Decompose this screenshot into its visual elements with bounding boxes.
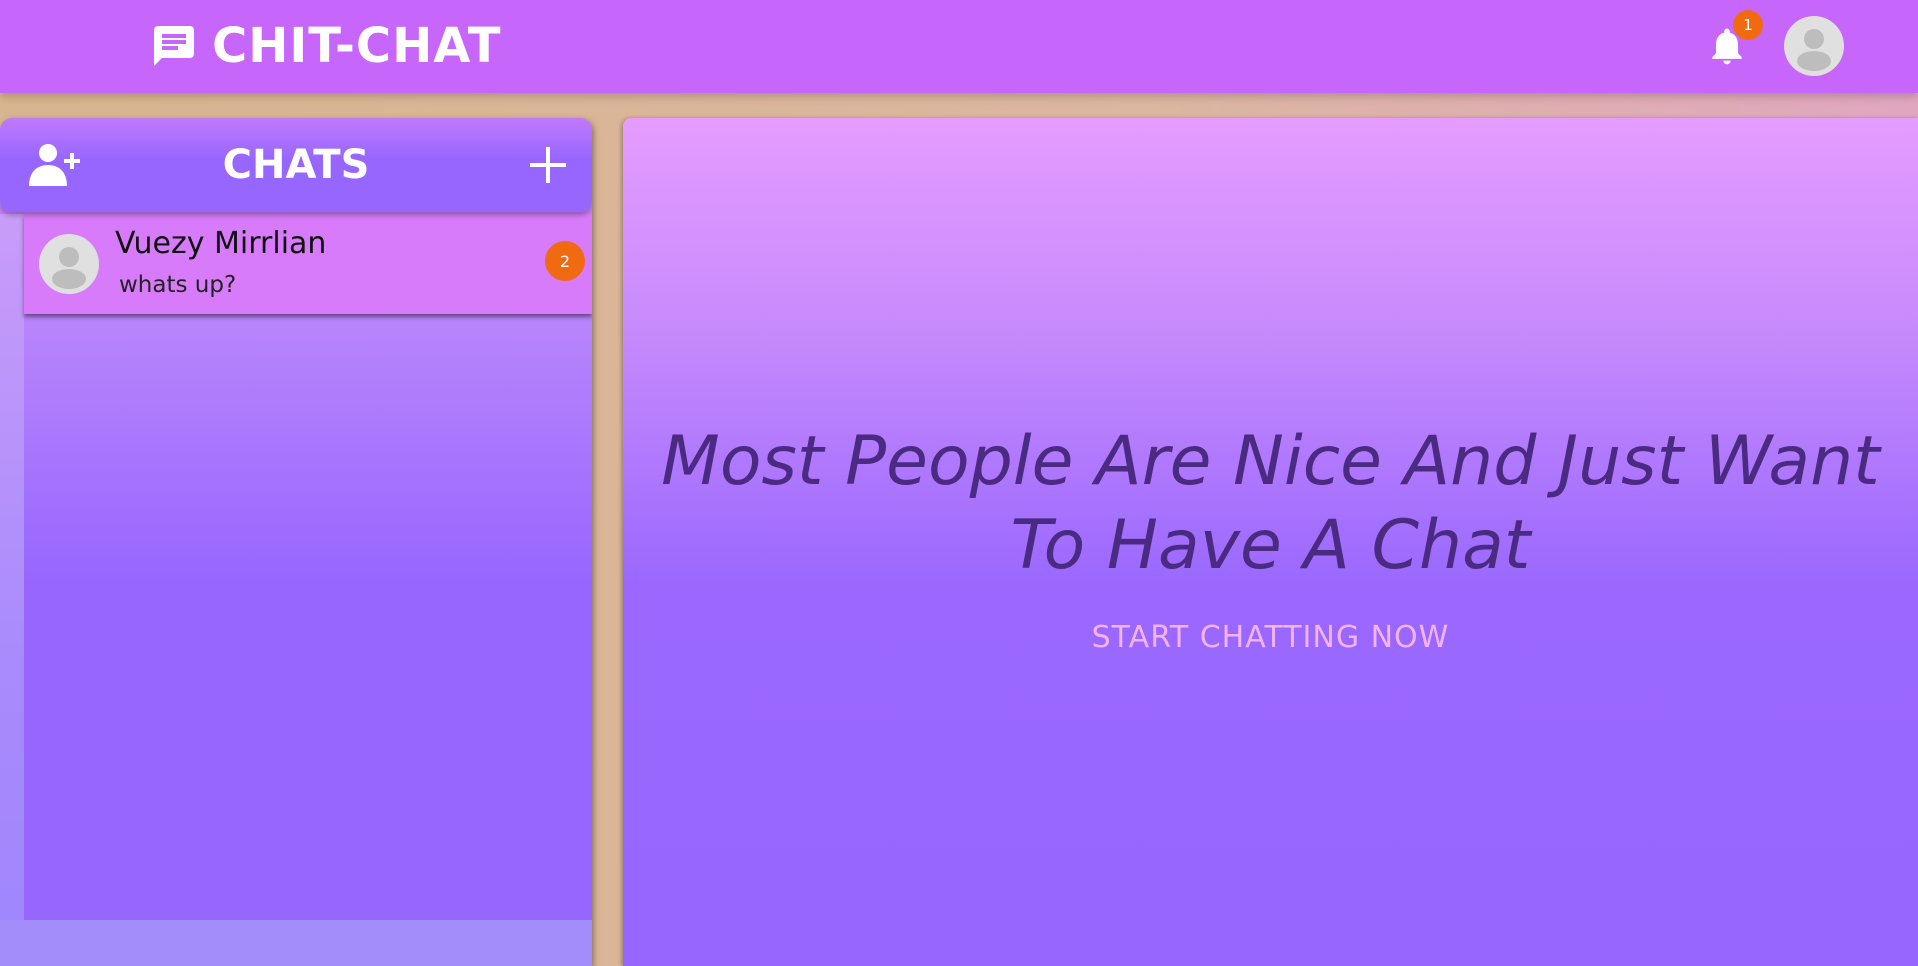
user-avatar[interactable]: [1784, 16, 1844, 76]
sidebar-footer: [0, 920, 592, 966]
contact-avatar-icon: [52, 247, 86, 289]
welcome-panel: Most People Are Nice And Just Want To Ha…: [623, 118, 1918, 966]
notification-badge: 1: [1733, 10, 1763, 40]
start-chatting-button[interactable]: START CHATTING NOW: [623, 620, 1918, 655]
chats-header: CHATS: [0, 118, 592, 212]
chat-message-icon: [154, 26, 194, 66]
brand[interactable]: CHIT-CHAT: [150, 18, 501, 74]
last-message-preview: whats up?: [119, 272, 237, 298]
app-title: CHIT-CHAT: [212, 18, 502, 74]
welcome-tagline: Most People Are Nice And Just Want To Ha…: [661, 422, 1880, 585]
top-navbar: CHIT-CHAT 1: [0, 0, 1918, 93]
contact-avatar: [39, 234, 99, 294]
contact-name: Vuezy Mirrlian: [115, 226, 327, 261]
chats-sidebar: CHATS Vuezy Mirrlian whats up? 2: [0, 118, 592, 966]
user-avatar-icon: [1797, 29, 1831, 71]
sidebar-rail: [0, 214, 24, 966]
chat-list-item[interactable]: Vuezy Mirrlian whats up? 2: [24, 214, 592, 314]
plus-icon[interactable]: [528, 142, 568, 188]
chats-title: CHATS: [222, 142, 370, 188]
unread-count-badge: 2: [545, 241, 585, 281]
